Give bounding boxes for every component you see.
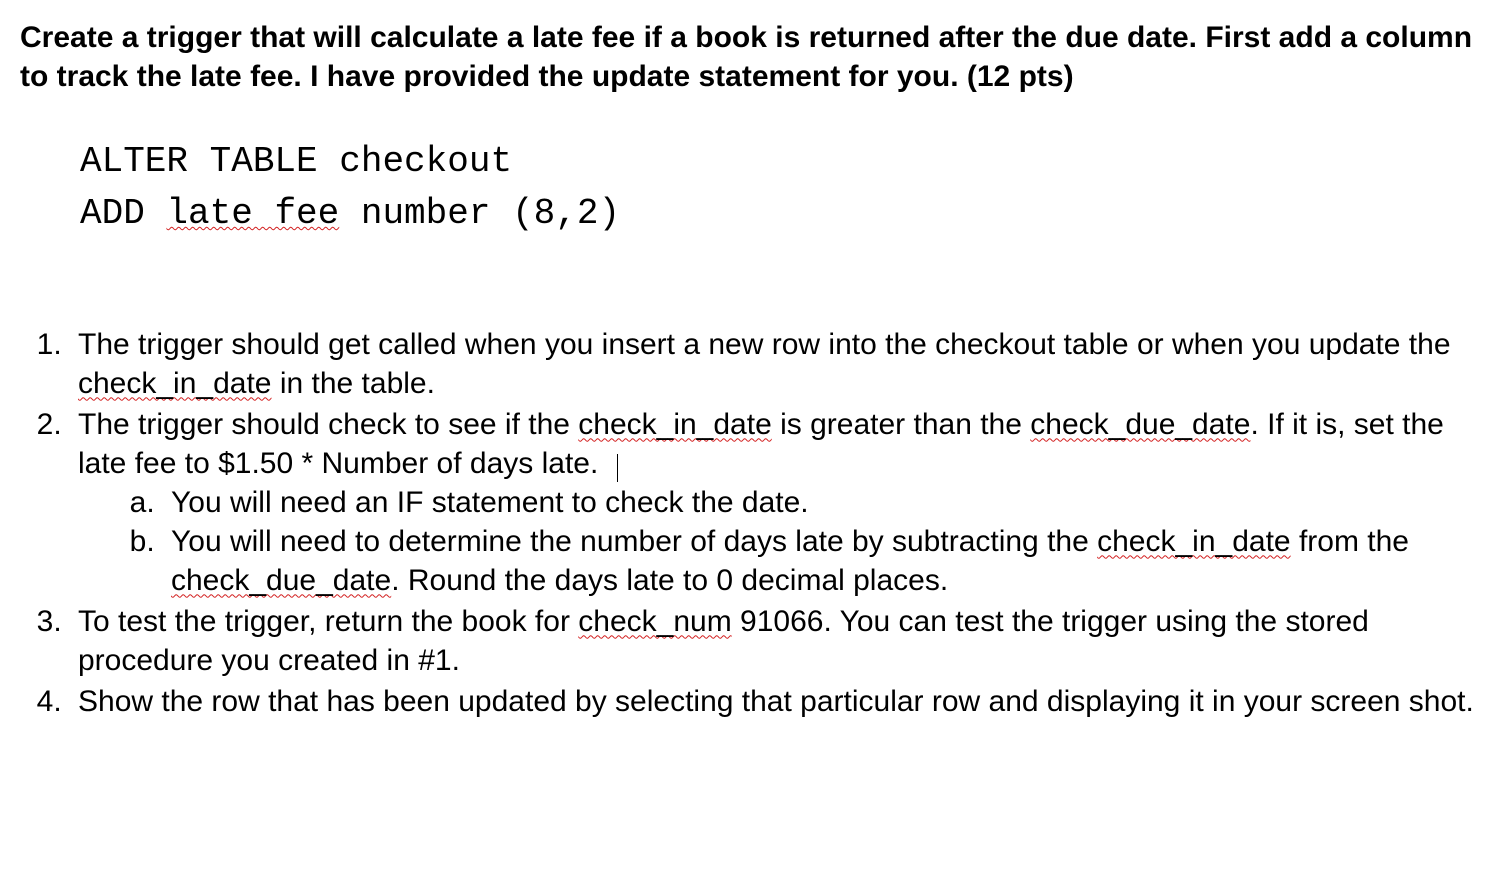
- spellcheck-check-due-date: check_due_date: [1030, 408, 1250, 441]
- li2-text-a: The trigger should check to see if the: [78, 408, 578, 441]
- instruction-item-2: The trigger should check to see if the c…: [70, 405, 1486, 600]
- spellcheck-check-due-date: check_due_date: [171, 564, 391, 597]
- li1-text-a: The trigger should get called when you i…: [78, 328, 1451, 361]
- question-heading: Create a trigger that will calculate a l…: [20, 18, 1486, 96]
- instruction-item-3: To test the trigger, return the book for…: [70, 602, 1486, 680]
- li2b-text-c: . Round the days late to 0 decimal place…: [391, 564, 948, 597]
- spellcheck-check-in-date: check_in_date: [78, 367, 271, 400]
- text-cursor: [617, 454, 618, 482]
- li1-text-b: in the table.: [271, 367, 434, 400]
- code-spellcheck-late-fee: late fee: [166, 193, 339, 234]
- instruction-item-1: The trigger should get called when you i…: [70, 325, 1486, 403]
- li2b-text-a: You will need to determine the number of…: [171, 525, 1097, 558]
- instruction-subitem-2a: You will need an IF statement to check t…: [163, 483, 1486, 522]
- code-line-1: ALTER TABLE checkout: [80, 141, 512, 182]
- instruction-item-4: Show the row that has been updated by se…: [70, 682, 1486, 721]
- sql-code-block: ALTER TABLE checkout ADD late fee number…: [80, 136, 1486, 240]
- spellcheck-check-in-date: check_in_date: [578, 408, 771, 441]
- instruction-subitem-2b: You will need to determine the number of…: [163, 522, 1486, 600]
- li2-text-b: is greater than the: [772, 408, 1031, 441]
- code-line-2-prefix: ADD: [80, 193, 166, 234]
- instruction-list: The trigger should get called when you i…: [20, 325, 1486, 721]
- document-page: Create a trigger that will calculate a l…: [0, 0, 1506, 886]
- spellcheck-check-in-date: check_in_date: [1097, 525, 1290, 558]
- code-line-2-suffix: number (8,2): [339, 193, 620, 234]
- instruction-sublist-2: You will need an IF statement to check t…: [78, 483, 1486, 600]
- spellcheck-check-num: check_num: [578, 605, 731, 638]
- li3-text-a: To test the trigger, return the book for: [78, 605, 578, 638]
- li2b-text-b: from the: [1291, 525, 1409, 558]
